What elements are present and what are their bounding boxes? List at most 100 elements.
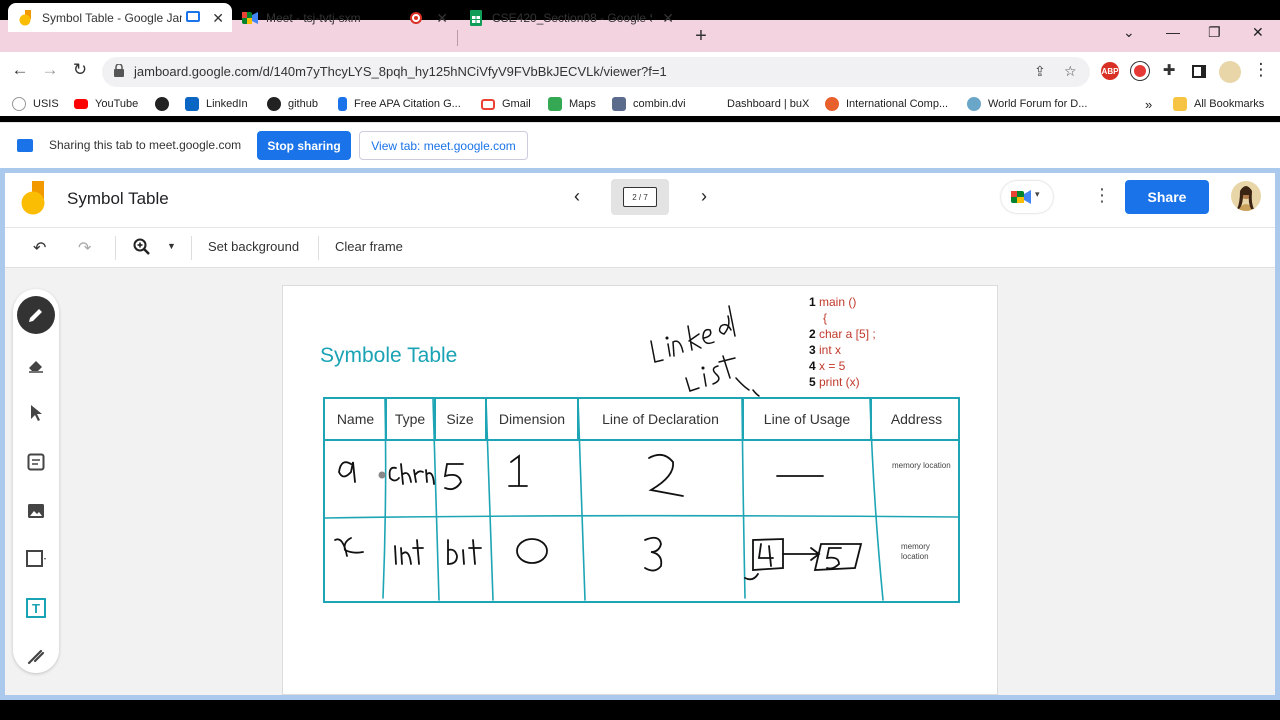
header-col-line: [485, 399, 487, 439]
reload-icon[interactable]: ↻: [69, 60, 91, 80]
tab-sheets[interactable]: CSE420_Section08 - Google She ✕: [458, 3, 682, 32]
folder-icon: [1173, 97, 1187, 111]
browser-menu-icon[interactable]: ⋮: [1250, 60, 1272, 80]
column-header: Line of Declaration: [602, 411, 719, 427]
more-options-icon[interactable]: ⋮: [1093, 185, 1111, 206]
jamboard-app: Symbol Table ‹ 2 / 7 › ▾ ⋮ Share ↶ ↷ ▼ S…: [5, 173, 1275, 695]
bookmark-label: USIS: [33, 98, 59, 110]
clear-frame-button[interactable]: Clear frame: [335, 239, 403, 254]
header-col-line: [434, 399, 436, 439]
stop-sharing-button[interactable]: Stop sharing: [257, 131, 351, 160]
zoom-icon[interactable]: [133, 238, 151, 261]
header-col-line: [577, 399, 579, 439]
frame-indicator: 2 / 7: [623, 187, 657, 207]
bookmark-gmail[interactable]: Gmail: [481, 96, 531, 112]
pen-tool-icon[interactable]: [17, 296, 55, 334]
header-col-line: [742, 399, 744, 439]
close-tab-icon[interactable]: ✕: [212, 10, 224, 27]
close-window-button[interactable]: ✕: [1252, 24, 1264, 41]
line-number: 4: [809, 359, 816, 373]
tab-sharing-bar: Sharing this tab to meet.google.com Stop…: [0, 122, 1280, 168]
image-tool-icon[interactable]: [20, 495, 52, 527]
code-line: print (x): [819, 375, 860, 389]
bookmark-usis[interactable]: USIS: [12, 96, 59, 112]
bookmark-all[interactable]: All Bookmarks: [1173, 96, 1264, 112]
extensions-puzzle-icon[interactable]: ✚: [1158, 61, 1180, 79]
recording-icon: [410, 12, 422, 24]
github-icon: [267, 97, 281, 111]
bookmark-world-forum[interactable]: World Forum for D...: [967, 96, 1087, 112]
bookmark-international[interactable]: International Comp...: [825, 96, 948, 112]
new-tab-button[interactable]: +: [690, 25, 712, 48]
code-line: {: [823, 311, 828, 325]
shape-tool-icon[interactable]: [20, 543, 52, 575]
frame-bar-toggle[interactable]: 2 / 7: [611, 179, 669, 215]
toolbar-divider: [115, 236, 116, 260]
bookmark-label: World Forum for D...: [988, 98, 1088, 110]
forward-arrow-icon[interactable]: →: [39, 60, 61, 80]
pokeball-extension-icon[interactable]: [1131, 62, 1149, 80]
tab-search-chevron-icon[interactable]: ⌄: [1123, 24, 1135, 41]
bookmark-combin[interactable]: combin.dvi: [612, 96, 686, 112]
code-snippet[interactable]: main () { char a [5] ; int x x = 5 print…: [819, 294, 876, 390]
back-arrow-icon[interactable]: ←: [9, 60, 31, 80]
address-bar[interactable]: jamboard.google.com/d/140m7yThcyLYS_8pqh…: [102, 57, 1090, 87]
restore-window-button[interactable]: ❐: [1208, 24, 1221, 41]
close-tab-icon[interactable]: ✕: [436, 10, 448, 27]
line-number: 2: [809, 327, 816, 341]
select-tool-icon[interactable]: [20, 397, 52, 429]
close-tab-icon[interactable]: ✕: [662, 10, 674, 27]
eraser-tool-icon[interactable]: [20, 349, 52, 381]
jam-title[interactable]: Symbol Table: [67, 189, 169, 209]
site-info-icon[interactable]: [114, 63, 124, 77]
bookmark-label: International Comp...: [846, 98, 949, 110]
tab-title: CSE420_Section08 - Google She: [492, 10, 652, 25]
profile-avatar[interactable]: [1219, 61, 1241, 83]
sharing-status-text: Sharing this tab to meet.google.com: [49, 138, 242, 152]
youtube-icon: [74, 99, 88, 109]
more-bookmarks-chevron-icon[interactable]: »: [1145, 96, 1152, 112]
bookmark-label: Gmail: [502, 98, 531, 110]
bookmark-label: Free APA Citation G...: [354, 98, 461, 110]
text-box-icon[interactable]: T: [20, 592, 52, 624]
jamboard-favicon-icon: [18, 9, 34, 26]
zoom-chevron-down-icon[interactable]: ▼: [167, 241, 176, 251]
redo-icon[interactable]: ↷: [78, 238, 91, 258]
address-cell: memory location: [892, 461, 951, 470]
site-icon: [825, 97, 839, 111]
view-tab-button[interactable]: View tab: meet.google.com: [359, 131, 528, 160]
meet-call-button[interactable]: ▾: [1001, 181, 1053, 213]
tab-symbol-table[interactable]: Symbol Table - Google Jam ✕: [8, 3, 232, 32]
sticky-note-icon[interactable]: [20, 446, 52, 478]
bookmark-star-icon[interactable]: ☆: [1064, 63, 1077, 80]
bookmark-globe[interactable]: [155, 96, 176, 112]
bookmark-label: Maps: [569, 98, 596, 110]
linked-list-annotation: [650, 305, 760, 397]
adblock-extension-icon[interactable]: ABP: [1101, 62, 1119, 80]
bookmark-bux[interactable]: Dashboard | buX: [727, 96, 809, 112]
tab-meet[interactable]: Meet - tsj-tvtj-sxm ✕: [232, 3, 456, 32]
share-page-icon[interactable]: ⇪: [1034, 63, 1046, 80]
toolbar-divider: [191, 236, 192, 260]
chevron-down-icon: ▾: [1035, 189, 1040, 199]
next-frame-icon[interactable]: ›: [695, 186, 713, 207]
whiteboard-canvas[interactable]: Symbole Table 1 2 3 4 5 main () {char a…: [282, 285, 998, 695]
minimize-window-button[interactable]: —: [1166, 24, 1180, 40]
bookmark-youtube[interactable]: YouTube: [74, 96, 138, 112]
symbol-table[interactable]: Name Type Size Dimension Line of Declara…: [323, 397, 960, 603]
jamboard-logo-icon: [20, 181, 46, 217]
bookmark-github[interactable]: github: [267, 96, 318, 112]
undo-icon[interactable]: ↶: [33, 238, 46, 258]
bookmark-maps[interactable]: Maps: [548, 96, 596, 112]
bookmark-linkedin[interactable]: LinkedIn: [185, 96, 248, 112]
user-avatar[interactable]: [1231, 181, 1261, 211]
set-background-button[interactable]: Set background: [208, 239, 299, 254]
share-button[interactable]: Share: [1125, 180, 1209, 214]
laser-tool-icon[interactable]: [20, 640, 52, 672]
bookmark-apa[interactable]: Free APA Citation G...: [338, 96, 461, 112]
column-header: Size: [446, 411, 474, 427]
line-number: 5: [809, 375, 816, 389]
previous-frame-icon[interactable]: ‹: [568, 186, 586, 207]
bookmark-label: YouTube: [95, 98, 139, 110]
side-panel-icon[interactable]: [1192, 65, 1206, 78]
